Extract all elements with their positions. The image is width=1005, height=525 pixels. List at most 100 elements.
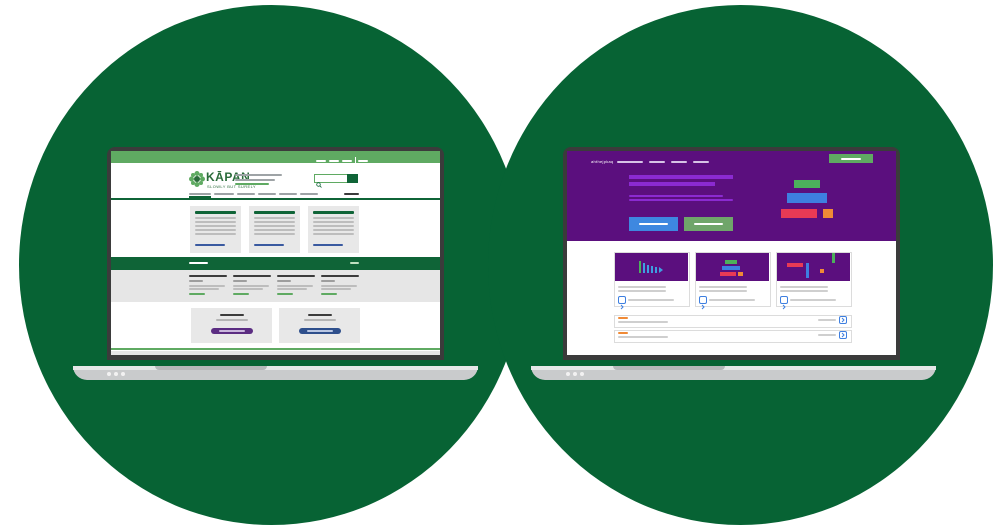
nav-item[interactable] bbox=[649, 161, 665, 163]
laptop-notch bbox=[155, 366, 267, 370]
brand-text: ahthejpkaq bbox=[591, 159, 614, 164]
feature-card-text bbox=[699, 290, 747, 292]
card-text bbox=[254, 233, 295, 235]
nav-item[interactable] bbox=[671, 161, 687, 163]
utility-link[interactable] bbox=[316, 160, 326, 162]
nav-item-active[interactable] bbox=[617, 161, 643, 163]
news-text bbox=[233, 288, 263, 290]
nav-divider bbox=[111, 198, 440, 200]
card-graphic-bar bbox=[832, 253, 835, 263]
nav-item[interactable] bbox=[279, 193, 297, 195]
hero-button-label bbox=[694, 223, 723, 225]
cta-title bbox=[220, 314, 244, 316]
nav-item[interactable] bbox=[300, 193, 318, 195]
search-icon bbox=[316, 175, 322, 188]
card-graphic-block bbox=[725, 260, 737, 264]
utility-link[interactable] bbox=[342, 160, 352, 162]
news-meta bbox=[277, 280, 291, 282]
laptop-notch bbox=[613, 366, 725, 370]
card-graphic-bar bbox=[643, 263, 645, 273]
news-meta bbox=[321, 280, 335, 282]
header-text-line bbox=[235, 179, 275, 181]
utility-link[interactable] bbox=[358, 160, 368, 162]
card-text bbox=[195, 225, 236, 227]
card-graphic-bar bbox=[655, 267, 657, 273]
news-text bbox=[189, 285, 225, 287]
status-light bbox=[573, 372, 577, 376]
chevron-right-icon[interactable] bbox=[839, 331, 847, 339]
news-text bbox=[277, 285, 313, 287]
nav-item[interactable] bbox=[344, 193, 359, 195]
news-text bbox=[321, 288, 351, 290]
footer-line bbox=[111, 348, 440, 350]
feature-card-link bbox=[709, 299, 755, 301]
news-text bbox=[321, 285, 357, 287]
header-text-line bbox=[235, 183, 269, 185]
search-button[interactable] bbox=[347, 174, 358, 183]
utility-link[interactable] bbox=[329, 160, 339, 162]
hero-illustration-block bbox=[794, 180, 820, 188]
nav-item[interactable] bbox=[214, 193, 234, 195]
news-title bbox=[189, 275, 227, 277]
feature-card-link bbox=[628, 299, 674, 301]
nav-item[interactable] bbox=[258, 193, 276, 195]
card-text bbox=[254, 221, 295, 223]
card-graphic-block bbox=[720, 272, 736, 276]
laptop-deck bbox=[531, 366, 936, 370]
card-text bbox=[313, 233, 354, 235]
status-light bbox=[107, 372, 111, 376]
news-title bbox=[233, 275, 271, 277]
nav-item-active[interactable] bbox=[189, 193, 211, 195]
chevron-right-icon[interactable] bbox=[618, 296, 626, 310]
card-link bbox=[313, 244, 343, 246]
cta-button-label bbox=[219, 330, 245, 332]
card-link bbox=[254, 244, 284, 246]
hero-subtitle bbox=[629, 195, 723, 197]
feature-card-link bbox=[790, 299, 836, 301]
utility-bar bbox=[111, 151, 440, 163]
laptop-deck bbox=[73, 366, 478, 370]
feature-card-text bbox=[618, 290, 666, 292]
hero-illustration-block bbox=[781, 209, 817, 218]
status-light bbox=[121, 372, 125, 376]
cta-text bbox=[216, 319, 248, 321]
card-text bbox=[195, 221, 236, 223]
feature-card-image bbox=[777, 253, 850, 281]
section-title bbox=[189, 262, 208, 264]
nav-item[interactable] bbox=[237, 193, 255, 195]
card-graphic-arrow bbox=[659, 267, 663, 273]
list-row-meta bbox=[818, 319, 836, 321]
card-graphic-block bbox=[722, 266, 740, 270]
news-title bbox=[321, 275, 359, 277]
card-title bbox=[313, 211, 354, 214]
card-text bbox=[254, 217, 295, 219]
cta-title bbox=[308, 314, 332, 316]
header-text-line bbox=[235, 174, 282, 176]
news-meta bbox=[189, 280, 203, 282]
card-text bbox=[254, 229, 295, 231]
utility-divider bbox=[355, 157, 356, 163]
hero-button-label bbox=[639, 223, 668, 225]
news-text bbox=[233, 285, 269, 287]
card-graphic-bar bbox=[806, 263, 809, 278]
feature-card-title bbox=[780, 286, 828, 288]
card-graphic-bar bbox=[651, 266, 653, 273]
hero-illustration-block bbox=[823, 209, 833, 218]
card-text bbox=[195, 217, 236, 219]
cta-button-label bbox=[307, 330, 333, 332]
feature-card-title bbox=[618, 286, 666, 288]
status-light bbox=[114, 372, 118, 376]
chevron-right-icon[interactable] bbox=[839, 316, 847, 324]
card-graphic-bar bbox=[647, 265, 649, 273]
card-title bbox=[254, 211, 295, 214]
news-link bbox=[189, 293, 205, 295]
card-text bbox=[313, 221, 354, 223]
section-link[interactable] bbox=[350, 262, 359, 264]
card-link bbox=[195, 244, 225, 246]
card-text bbox=[313, 229, 354, 231]
card-title bbox=[195, 211, 236, 214]
chevron-right-icon[interactable] bbox=[780, 296, 788, 310]
feature-card-title bbox=[699, 286, 747, 288]
chevron-right-icon[interactable] bbox=[699, 296, 707, 310]
nav-item[interactable] bbox=[693, 161, 709, 163]
